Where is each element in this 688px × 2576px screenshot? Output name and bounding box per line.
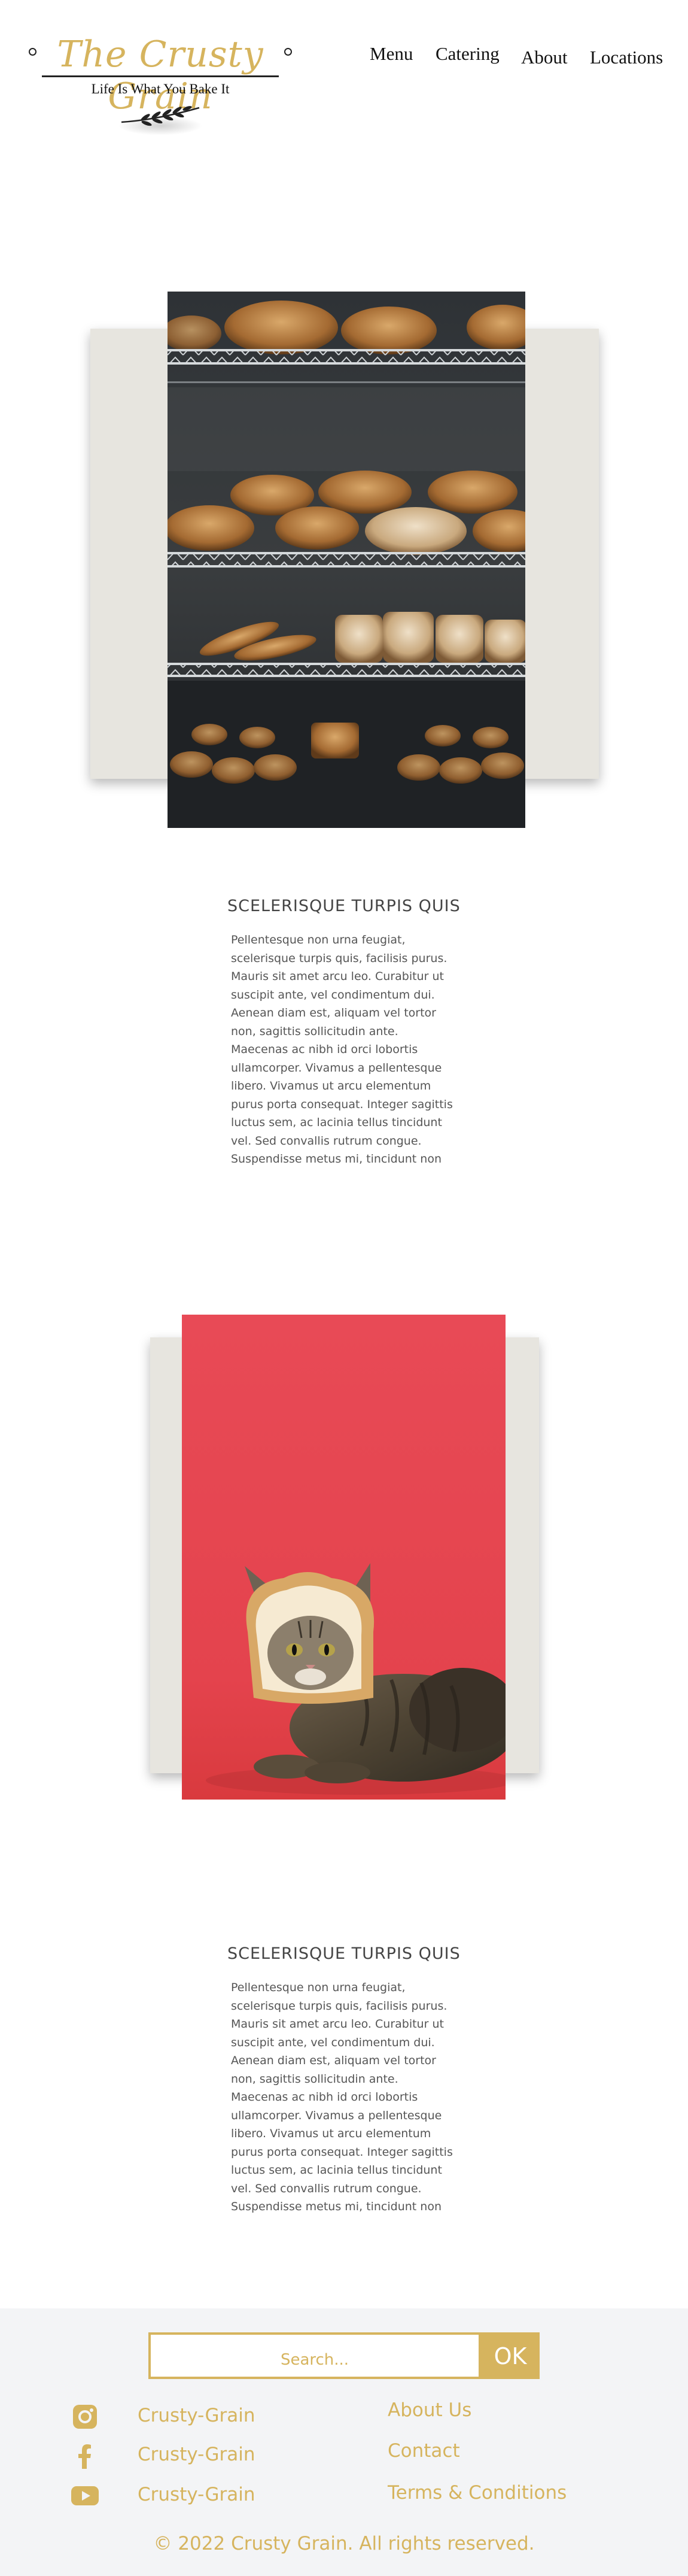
nav-link-catering[interactable]: Catering [436,43,500,65]
search-form: OK [148,2332,540,2379]
logo-divider [42,75,279,77]
instagram-label: Crusty-Grain [138,2405,255,2426]
section-body: Pellentesque non urna feugiat, scelerisq… [231,933,453,1166]
logo-ornament-right [284,48,292,56]
search-input[interactable] [148,2332,481,2379]
bakery-photo [168,292,525,828]
logo-ornament-left [29,48,36,56]
youtube-icon [71,2486,99,2505]
cat-photo [182,1315,506,1800]
nav-link-about[interactable]: About [521,47,568,68]
section-title: SCELERISQUE TURPIS QUIS [227,897,461,915]
section-body: Pellentesque non urna feugiat, scelerisq… [231,1981,453,2213]
nav-link-locations[interactable]: Locations [590,47,663,68]
cat-in-bread-slice-image [182,1315,506,1800]
youtube-link[interactable]: Crusty-Grain [71,2481,310,2510]
instagram-link[interactable]: Crusty-Grain [71,2402,310,2431]
facebook-icon [78,2444,91,2469]
footer-link-about-us[interactable]: About Us [388,2399,471,2421]
logo[interactable]: The Crusty Grain Life Is What You Bake I… [29,29,292,136]
footer-link-terms[interactable]: Terms & Conditions [388,2482,567,2504]
facebook-link[interactable]: Crusty-Grain [71,2441,310,2470]
section-title: SCELERISQUE TURPIS QUIS [227,1944,461,1963]
footer-link-contact[interactable]: Contact [388,2440,460,2462]
instagram-icon [73,2405,97,2429]
logo-tagline: Life Is What You Bake It [91,81,230,96]
search-button[interactable]: OK [481,2332,540,2379]
youtube-label: Crusty-Grain [138,2484,255,2505]
main-nav: Menu Catering About Locations [359,43,670,68]
nav-link-menu[interactable]: Menu [370,43,413,65]
wheat-icon [118,106,202,135]
facebook-label: Crusty-Grain [138,2444,255,2465]
copyright: © 2022 Crusty Grain. All rights reserved… [153,2533,535,2554]
bakery-bread-shelves-image [168,292,525,828]
footer: OK Crusty-Grain Crusty-Grain Crusty-Grai… [0,2308,688,2576]
